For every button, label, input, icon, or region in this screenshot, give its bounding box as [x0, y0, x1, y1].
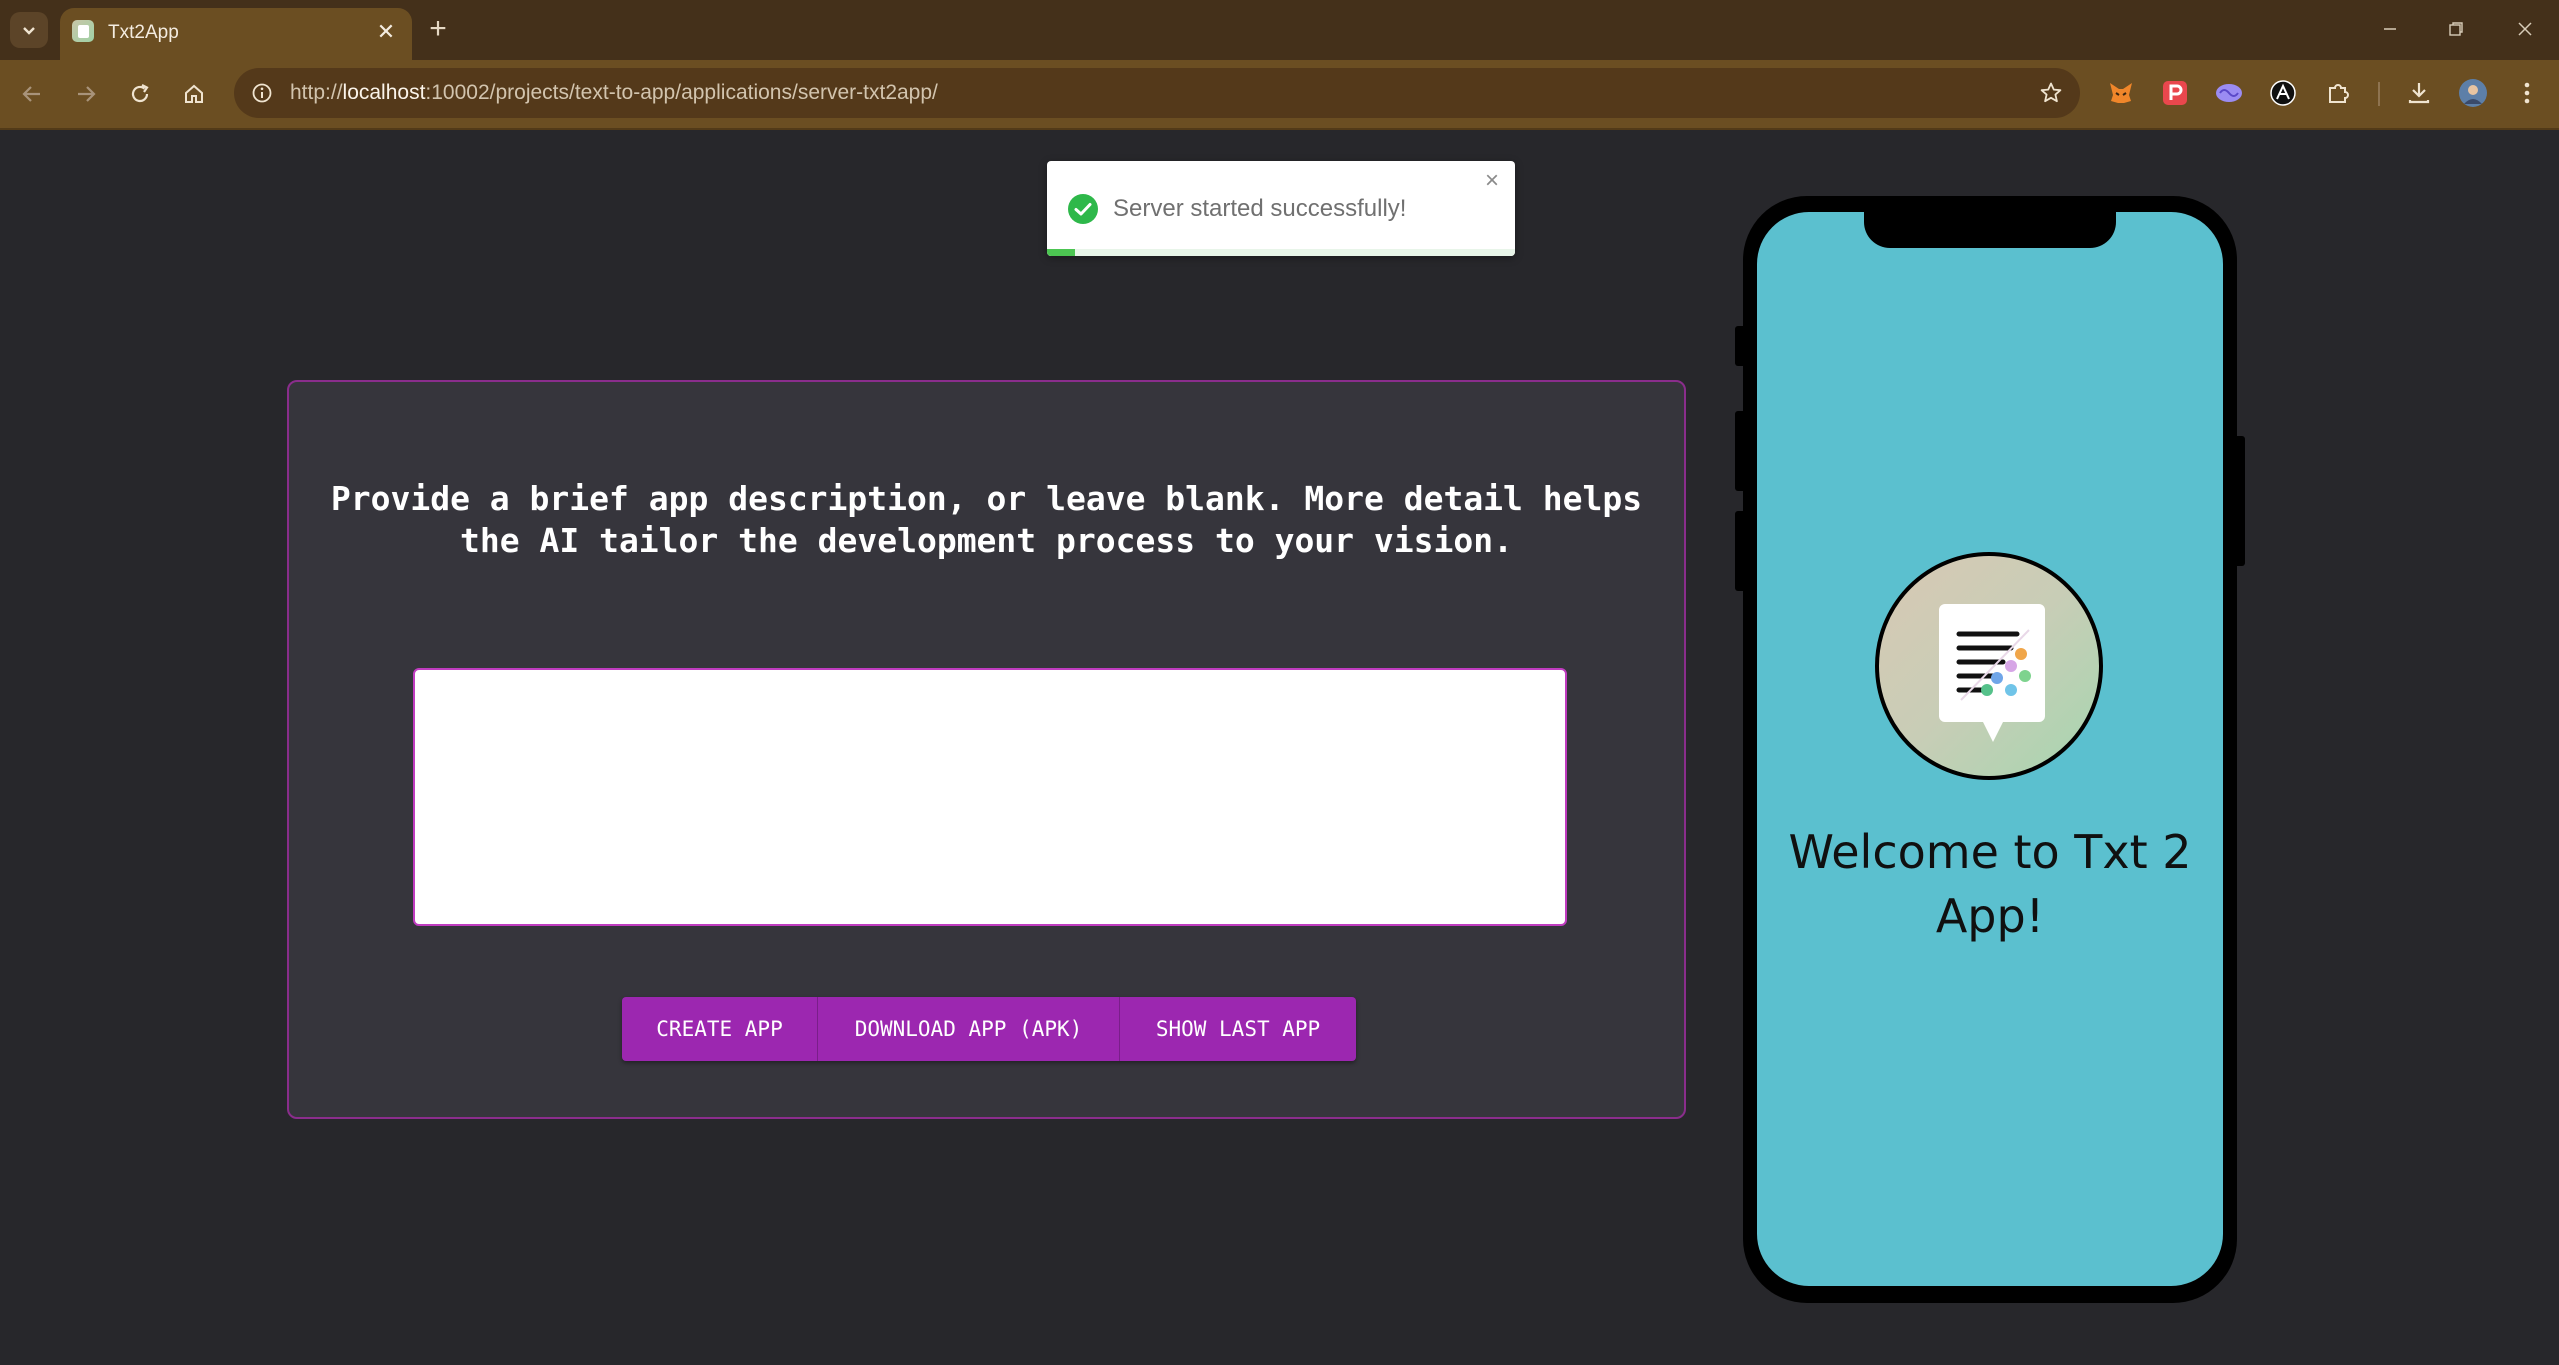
profile-avatar[interactable]: [2456, 76, 2490, 110]
minimize-button[interactable]: [2370, 12, 2410, 46]
description-prompt: Provide a brief app description, or leav…: [330, 479, 1643, 560]
toolbar-divider: [2378, 82, 2380, 106]
metamask-extension-button[interactable]: [2104, 76, 2138, 110]
create-app-button[interactable]: CREATE APP: [622, 997, 818, 1061]
app-favicon-icon: [72, 20, 94, 42]
extensions-button[interactable]: [2322, 76, 2356, 110]
phone-mute-switch: [1735, 326, 1745, 366]
url-path: :10002/projects/text-to-app/applications…: [425, 81, 938, 104]
app-description-card: Provide a brief app description, or leav…: [287, 380, 1686, 1119]
action-button-group: CREATE APP DOWNLOAD APP (APK) SHOW LAST …: [622, 997, 1356, 1061]
site-info-button[interactable]: [248, 79, 276, 107]
info-icon: [252, 83, 272, 103]
close-icon: [2518, 22, 2532, 36]
p-logo-icon: [2163, 81, 2187, 105]
toast-progress-bar: [1047, 249, 1076, 256]
welcome-text: Welcome to Txt 2 App!: [1788, 825, 2192, 943]
show-last-app-button[interactable]: SHOW LAST APP: [1120, 997, 1356, 1061]
bookmark-button[interactable]: [2036, 78, 2066, 108]
downloads-button[interactable]: [2402, 76, 2436, 110]
window-close-button[interactable]: [2505, 12, 2545, 46]
document-chat-icon: [1939, 604, 2045, 742]
toast-progress-track: [1047, 249, 1515, 256]
browser-menu-button[interactable]: [2510, 76, 2544, 110]
phone-screen: Welcome to Txt 2 App!: [1757, 212, 2223, 1286]
app-logo: [1875, 552, 2103, 780]
tab-title: Txt2App: [108, 22, 179, 43]
tab-strip: Txt2App ✕ +: [0, 0, 2559, 60]
phone-volume-up: [1735, 411, 1745, 491]
minimize-icon: [2384, 28, 2396, 30]
more-vertical-icon: [2524, 82, 2530, 104]
arrow-left-icon: [22, 86, 40, 102]
success-toast: Server started successfully! ×: [1047, 161, 1515, 256]
brain-extension-button[interactable]: [2212, 76, 2246, 110]
chevron-down-icon: [23, 27, 35, 35]
a-logo-icon: [2270, 80, 2296, 106]
browser-toolbar: http://localhost:10002/projects/text-to-…: [0, 60, 2559, 130]
tab-search-button[interactable]: [10, 12, 48, 48]
new-tab-button[interactable]: +: [420, 14, 456, 46]
url-text[interactable]: http://localhost:10002/projects/text-to-…: [290, 81, 938, 105]
app-description-input[interactable]: [413, 668, 1567, 926]
a-extension-button[interactable]: [2266, 76, 2300, 110]
address-bar[interactable]: http://localhost:10002/projects/text-to-…: [234, 68, 2080, 118]
forward-button[interactable]: [66, 74, 106, 114]
download-apk-button[interactable]: DOWNLOAD APP (APK): [818, 997, 1120, 1061]
check-circle-icon: [1068, 194, 1098, 224]
phone-volume-down: [1735, 511, 1745, 591]
p-extension-button[interactable]: [2158, 76, 2192, 110]
restore-button[interactable]: [2436, 12, 2476, 46]
home-button[interactable]: [174, 74, 214, 114]
fox-icon: [2110, 83, 2132, 103]
back-button[interactable]: [12, 74, 52, 114]
browser-tab[interactable]: Txt2App ✕: [60, 8, 412, 60]
toast-close-button[interactable]: ×: [1481, 169, 1503, 193]
profile-avatar-icon: [2459, 79, 2487, 107]
star-icon: [2040, 82, 2062, 103]
phone-power-button: [2235, 436, 2245, 566]
toast-message: Server started successfully!: [1113, 195, 1407, 222]
download-icon: [2408, 83, 2430, 104]
reload-icon: [131, 84, 149, 103]
arrow-right-icon: [78, 86, 96, 102]
brain-icon: [2216, 84, 2242, 102]
restore-icon: [2449, 22, 2463, 36]
reload-button[interactable]: [120, 74, 160, 114]
phone-notch: [1864, 212, 2116, 248]
url-host: localhost: [342, 81, 426, 104]
home-icon: [185, 84, 203, 103]
tab-close-button[interactable]: ✕: [372, 18, 400, 46]
url-prefix: http://: [290, 81, 343, 104]
phone-preview: Welcome to Txt 2 App!: [1735, 196, 2245, 1303]
puzzle-icon: [2329, 84, 2349, 103]
